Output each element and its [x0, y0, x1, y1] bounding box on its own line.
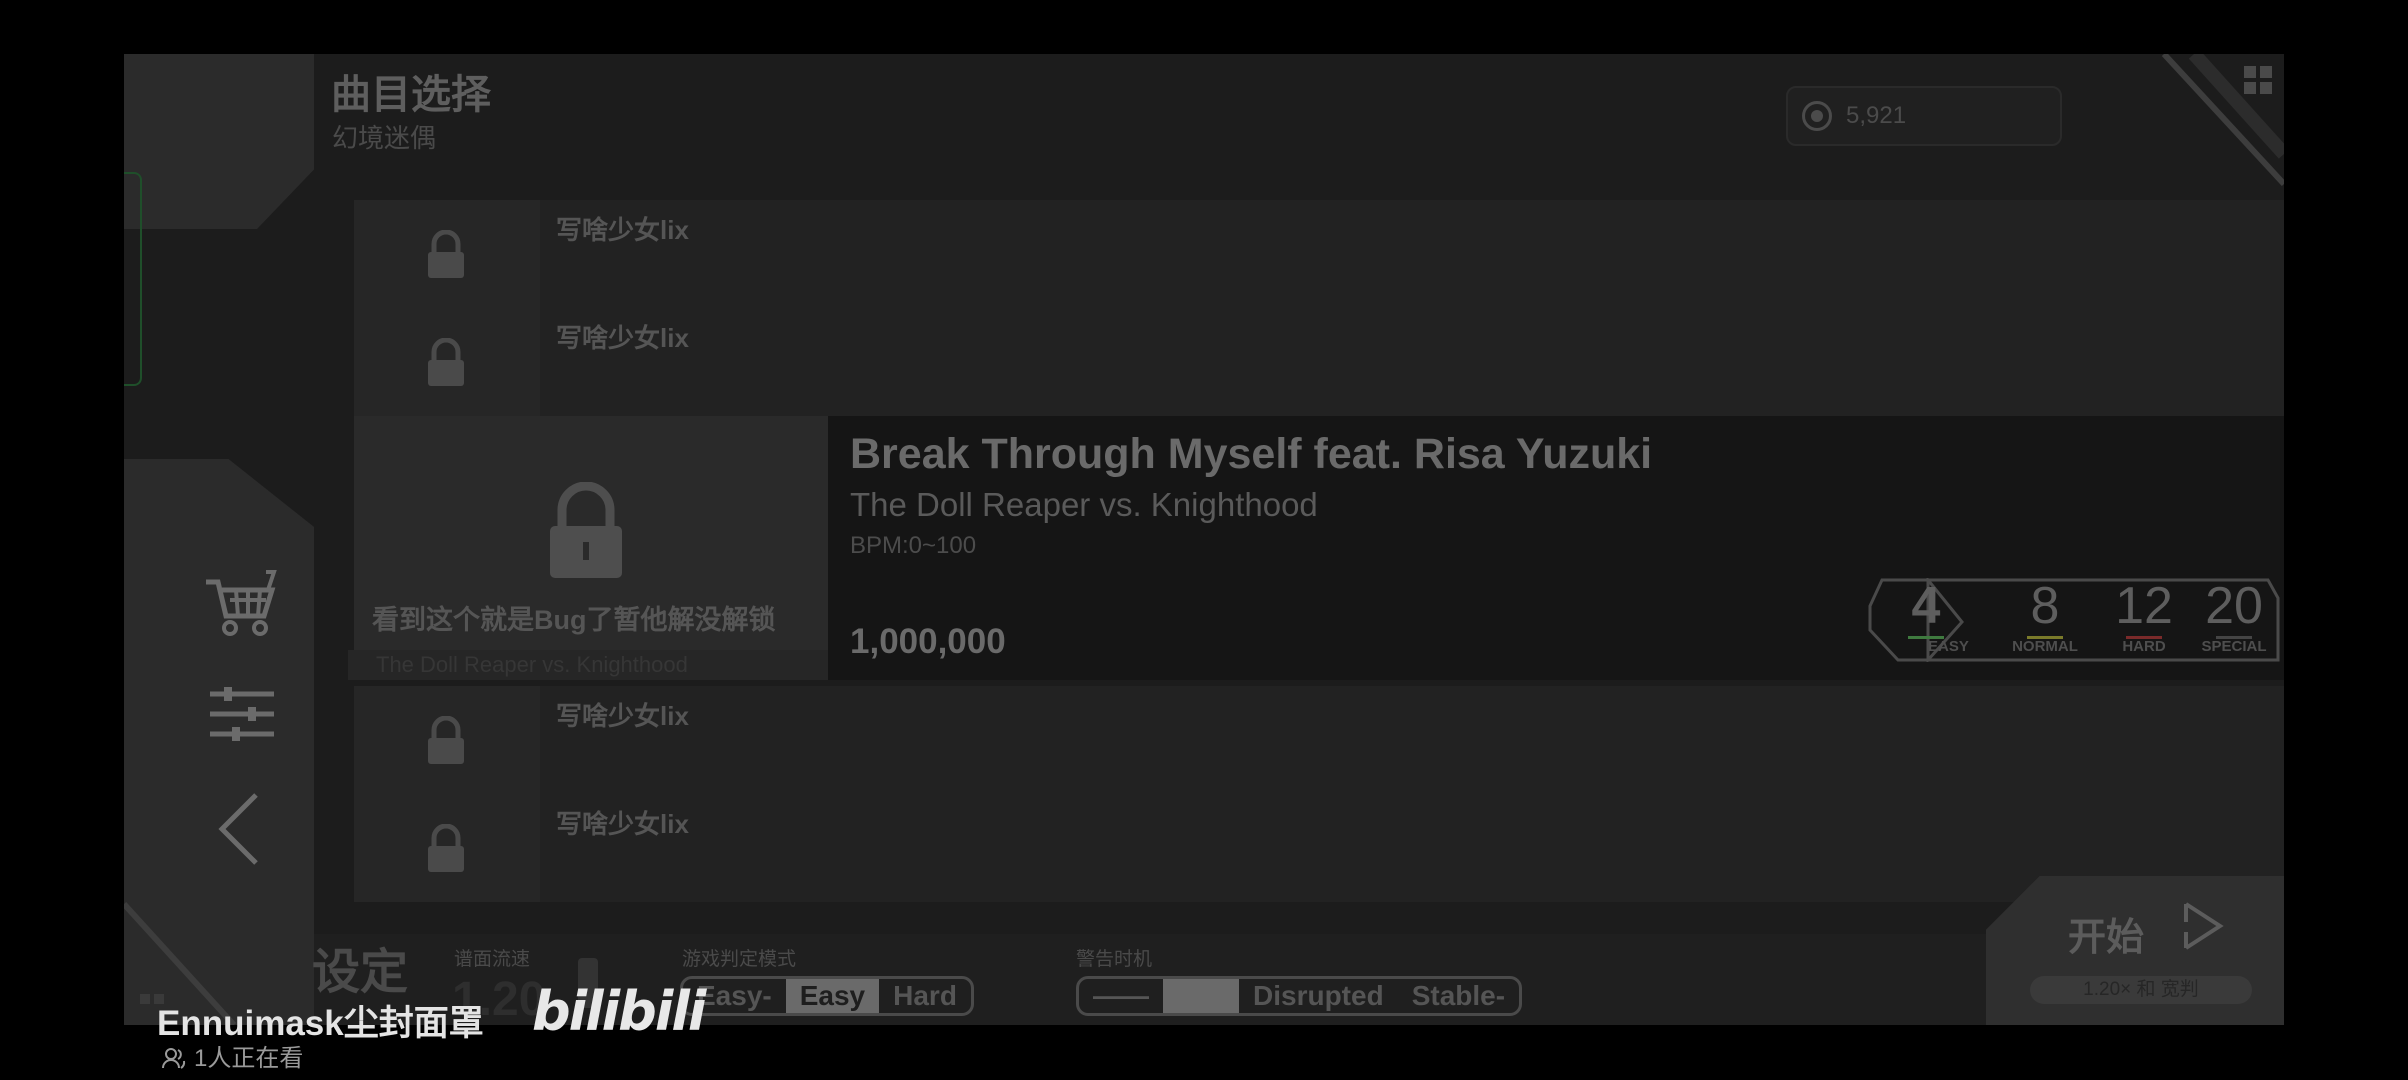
difficulty-hard[interactable]: 12 HARD [2094, 578, 2194, 655]
lock-icon [428, 230, 464, 278]
viewer-count: 1人正在看 [162, 1038, 303, 1073]
judge-mode-selector: Easy- Easy Hard [680, 976, 974, 1016]
high-score: 1,000,000 [850, 622, 1006, 661]
song-name: 写啥少女lix [556, 701, 689, 731]
warning-option-disrupted[interactable]: Disrupted [1239, 979, 1398, 1013]
difficulty-special[interactable]: 20 SPECIAL [2188, 578, 2280, 655]
lock-icon [550, 482, 622, 578]
bilibili-logo: bilibili [532, 980, 706, 1043]
warning-option-stable[interactable]: Stable- [1398, 979, 1519, 1013]
song-list-item[interactable]: 写啥少女lix [354, 686, 2284, 794]
song-jacket [354, 308, 540, 416]
page-title: 曲目选择 [331, 73, 491, 117]
currency-display: 5,921 [1786, 86, 2062, 146]
locked-message: 看到这个就是Bug了暂他解没解锁 [372, 605, 776, 635]
game-screen: 曲目选择 幻境迷偶 5,921 写啥少女lix 写啥少女lix 看到这个就是Bu… [124, 54, 2284, 1025]
start-settings-summary: 1.20× 和 宽判 [2030, 976, 2252, 1004]
song-title: Break Through Myself feat. Risa Yuzuki [850, 430, 1653, 478]
warning-timing-selector: —— Disrupted Stable- [1076, 976, 1523, 1016]
back-arrow-icon[interactable] [214, 789, 264, 869]
speed-label: 谱面流速 [454, 949, 531, 970]
lock-icon [428, 716, 464, 764]
difficulty-label: HARD [2122, 638, 2166, 655]
artist-strip: The Doll Reaper vs. Knighthood [348, 650, 828, 680]
song-name: 写啥少女lix [556, 809, 689, 839]
difficulty-label: NORMAL [2012, 638, 2078, 655]
difficulty-label: EASY [1928, 638, 1969, 655]
song-jacket [354, 686, 540, 794]
artist-strip-text: The Doll Reaper vs. Knighthood [376, 652, 688, 677]
difficulty-normal[interactable]: 8 NORMAL [1990, 578, 2100, 655]
judge-mode-label: 游戏判定模式 [682, 949, 797, 970]
start-button[interactable]: 开始 1.20× 和 宽判 [1986, 876, 2284, 1025]
difficulty-level: 20 [2205, 577, 2263, 635]
judge-option-easy[interactable]: Easy [785, 979, 880, 1013]
viewers-icon [162, 1048, 186, 1069]
lock-icon [428, 824, 464, 872]
song-jacket [354, 200, 540, 308]
song-jacket [354, 794, 540, 902]
difficulty-level: 4 [1911, 577, 1941, 635]
song-name: 写啥少女lix [556, 323, 689, 353]
difficulty-color-bar [2027, 636, 2063, 639]
difficulty-label: SPECIAL [2201, 638, 2267, 655]
difficulty-color-bar [2216, 636, 2252, 639]
difficulty-level: 8 [2030, 577, 2060, 635]
difficulty-selector: 4 EASY 8 NORMAL 12 HARD 20 SPECIAL [1868, 578, 2280, 662]
play-icon [2184, 902, 2224, 950]
start-label: 开始 [2068, 917, 2145, 959]
shop-cart-icon[interactable] [200, 564, 280, 644]
difficulty-easy[interactable]: 4 EASY [1888, 577, 1969, 655]
settings-label: 设定 [312, 946, 409, 999]
viewer-count-text: 1人正在看 [194, 1045, 304, 1072]
left-panel-top [124, 54, 314, 229]
difficulty-color-bar [1908, 636, 1944, 639]
song-bpm: BPM:0~100 [850, 532, 977, 559]
page-subtitle: 幻境迷偶 [332, 123, 437, 153]
settings-sliders-icon[interactable] [206, 684, 278, 744]
currency-value: 5,921 [1846, 102, 1907, 129]
side-drawer-tab[interactable] [124, 172, 142, 386]
warning-timing-label: 警告时机 [1076, 949, 1153, 970]
song-list-item[interactable]: 写啥少女lix [354, 308, 2284, 416]
song-list-item[interactable]: 写啥少女lix [354, 200, 2284, 308]
song-name: 写啥少女lix [556, 215, 689, 245]
song-artist: The Doll Reaper vs. Knighthood [850, 486, 1318, 523]
difficulty-level: 12 [2115, 577, 2173, 635]
difficulty-color-bar [2126, 636, 2162, 639]
warning-option-selected[interactable] [1163, 979, 1239, 1013]
judge-option-hard[interactable]: Hard [879, 979, 971, 1013]
warning-option-none[interactable]: —— [1079, 979, 1163, 1013]
song-list-item[interactable]: 写啥少女lix [354, 794, 2284, 902]
coin-icon [1802, 101, 1832, 131]
lock-icon [428, 338, 464, 386]
menu-grid-icon[interactable] [2244, 66, 2274, 96]
